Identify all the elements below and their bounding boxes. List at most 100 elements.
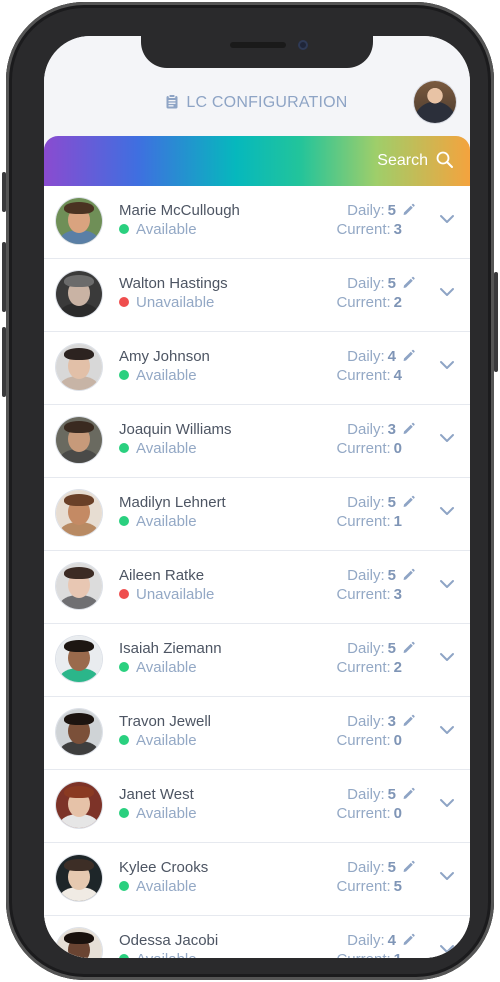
pencil-icon[interactable] — [402, 568, 415, 581]
status-badge: Available — [119, 367, 197, 384]
status-text: Unavailable — [136, 294, 215, 311]
pencil-icon[interactable] — [402, 860, 415, 873]
current-count: Current: 0 — [336, 732, 402, 749]
power-button — [494, 272, 498, 372]
pencil-icon[interactable] — [402, 349, 415, 362]
phone-frame: LC CONFIGURATION Search Marie McCullough… — [2, 2, 498, 980]
chevron-down-icon[interactable] — [439, 431, 455, 443]
list-item[interactable]: Travon Jewell Available Daily: 3 Current:… — [44, 697, 470, 770]
daily-limit: Daily: 5 — [347, 202, 415, 219]
status-text: Available — [136, 732, 197, 749]
agent-name: Isaiah Ziemann — [119, 640, 222, 657]
chevron-down-icon[interactable] — [439, 942, 455, 954]
avatar-hair — [64, 348, 94, 360]
current-label: Current: — [336, 440, 391, 457]
status-dot — [119, 443, 129, 453]
search-bar[interactable]: Search — [44, 136, 470, 186]
current-value: 0 — [393, 732, 402, 749]
status-text: Available — [136, 513, 197, 530]
pencil-icon[interactable] — [402, 787, 415, 800]
daily-value: 4 — [387, 932, 396, 949]
status-dot — [119, 808, 129, 818]
volume-down-button — [2, 327, 6, 397]
current-count: Current: 0 — [336, 805, 402, 822]
status-text: Available — [136, 659, 197, 676]
pencil-icon[interactable] — [402, 495, 415, 508]
current-value: 5 — [393, 878, 402, 895]
chevron-down-icon[interactable] — [439, 285, 455, 297]
agent-name: Madilyn Lehnert — [119, 494, 226, 511]
status-badge: Unavailable — [119, 294, 214, 311]
status-text: Available — [136, 805, 197, 822]
status-badge: Available — [119, 221, 197, 238]
daily-value: 5 — [387, 859, 396, 876]
current-count: Current: 1 — [336, 951, 402, 958]
current-count: Current: 0 — [336, 440, 402, 457]
status-dot — [119, 224, 129, 234]
avatar — [56, 344, 102, 390]
current-value: 3 — [393, 221, 402, 238]
avatar — [56, 198, 102, 244]
list-item[interactable]: Kylee Crooks Available Daily: 5 Current: 5 — [44, 843, 470, 916]
pencil-icon[interactable] — [402, 714, 415, 727]
pencil-icon[interactable] — [402, 203, 415, 216]
chevron-down-icon[interactable] — [439, 723, 455, 735]
avatar-hair — [64, 932, 94, 944]
agent-name: Odessa Jacobi — [119, 932, 219, 949]
avatar-hair — [64, 202, 94, 214]
pencil-icon[interactable] — [402, 933, 415, 946]
list-item[interactable]: Marie McCullough Available Daily: 5 Curre… — [44, 186, 470, 259]
daily-value: 5 — [387, 640, 396, 657]
pencil-icon[interactable] — [402, 422, 415, 435]
chevron-down-icon[interactable] — [439, 358, 455, 370]
current-label: Current: — [336, 732, 391, 749]
speaker — [230, 42, 286, 48]
search-label[interactable]: Search — [377, 152, 428, 170]
list-item[interactable]: Amy Johnson Available Daily: 4 Current: 4 — [44, 332, 470, 405]
user-avatar[interactable] — [414, 81, 456, 123]
clipboard-icon — [166, 94, 178, 114]
daily-label: Daily: — [347, 859, 385, 876]
chevron-down-icon[interactable] — [439, 869, 455, 881]
daily-value: 5 — [387, 494, 396, 511]
chevron-down-icon[interactable] — [439, 650, 455, 662]
app-screen: LC CONFIGURATION Search Marie McCullough… — [44, 36, 470, 958]
status-badge: Available — [119, 440, 197, 457]
list-item[interactable]: Joaquin Williams Available Daily: 3 Curre… — [44, 405, 470, 478]
daily-limit: Daily: 3 — [347, 421, 415, 438]
chevron-down-icon[interactable] — [439, 796, 455, 808]
chevron-down-icon[interactable] — [439, 212, 455, 224]
list-item[interactable]: Madilyn Lehnert Available Daily: 5 Curren… — [44, 478, 470, 551]
status-badge: Available — [119, 732, 197, 749]
pencil-icon[interactable] — [402, 641, 415, 654]
search-icon[interactable] — [436, 151, 454, 169]
status-badge: Available — [119, 878, 197, 895]
daily-value: 5 — [387, 202, 396, 219]
status-text: Unavailable — [136, 586, 215, 603]
current-value: 4 — [393, 367, 402, 384]
list-item[interactable]: Odessa Jacobi Available Daily:4 Current:… — [44, 916, 470, 958]
list-item[interactable]: Aileen Ratke Unavailable Daily: 5 Current… — [44, 551, 470, 624]
page-title: LC CONFIGURATION — [186, 94, 348, 111]
status-dot — [119, 954, 129, 958]
status-text: Available — [136, 440, 197, 457]
pencil-icon[interactable] — [402, 276, 415, 289]
list-item[interactable]: Walton Hastings Unavailable Daily: 5 Curr… — [44, 259, 470, 332]
chevron-down-icon[interactable] — [439, 504, 455, 516]
status-badge: Available — [119, 659, 197, 676]
list-item[interactable]: Janet West Available Daily: 5 Current: 0 — [44, 770, 470, 843]
daily-limit: Daily: 5 — [347, 567, 415, 584]
current-label: Current: — [336, 294, 391, 311]
status-dot — [119, 662, 129, 672]
chevron-down-icon[interactable] — [439, 577, 455, 589]
list-item[interactable]: Isaiah Ziemann Available Daily: 5 Current… — [44, 624, 470, 697]
current-value: 2 — [393, 294, 402, 311]
daily-limit: Daily: 5 — [347, 786, 415, 803]
status-badge: Available — [119, 951, 197, 958]
agent-name: Janet West — [119, 786, 194, 803]
daily-limit: Daily: 5 — [347, 494, 415, 511]
avatar — [56, 709, 102, 755]
agent-name: Kylee Crooks — [119, 859, 209, 876]
current-count: Current: 4 — [336, 367, 402, 384]
avatar-hair — [64, 859, 94, 871]
